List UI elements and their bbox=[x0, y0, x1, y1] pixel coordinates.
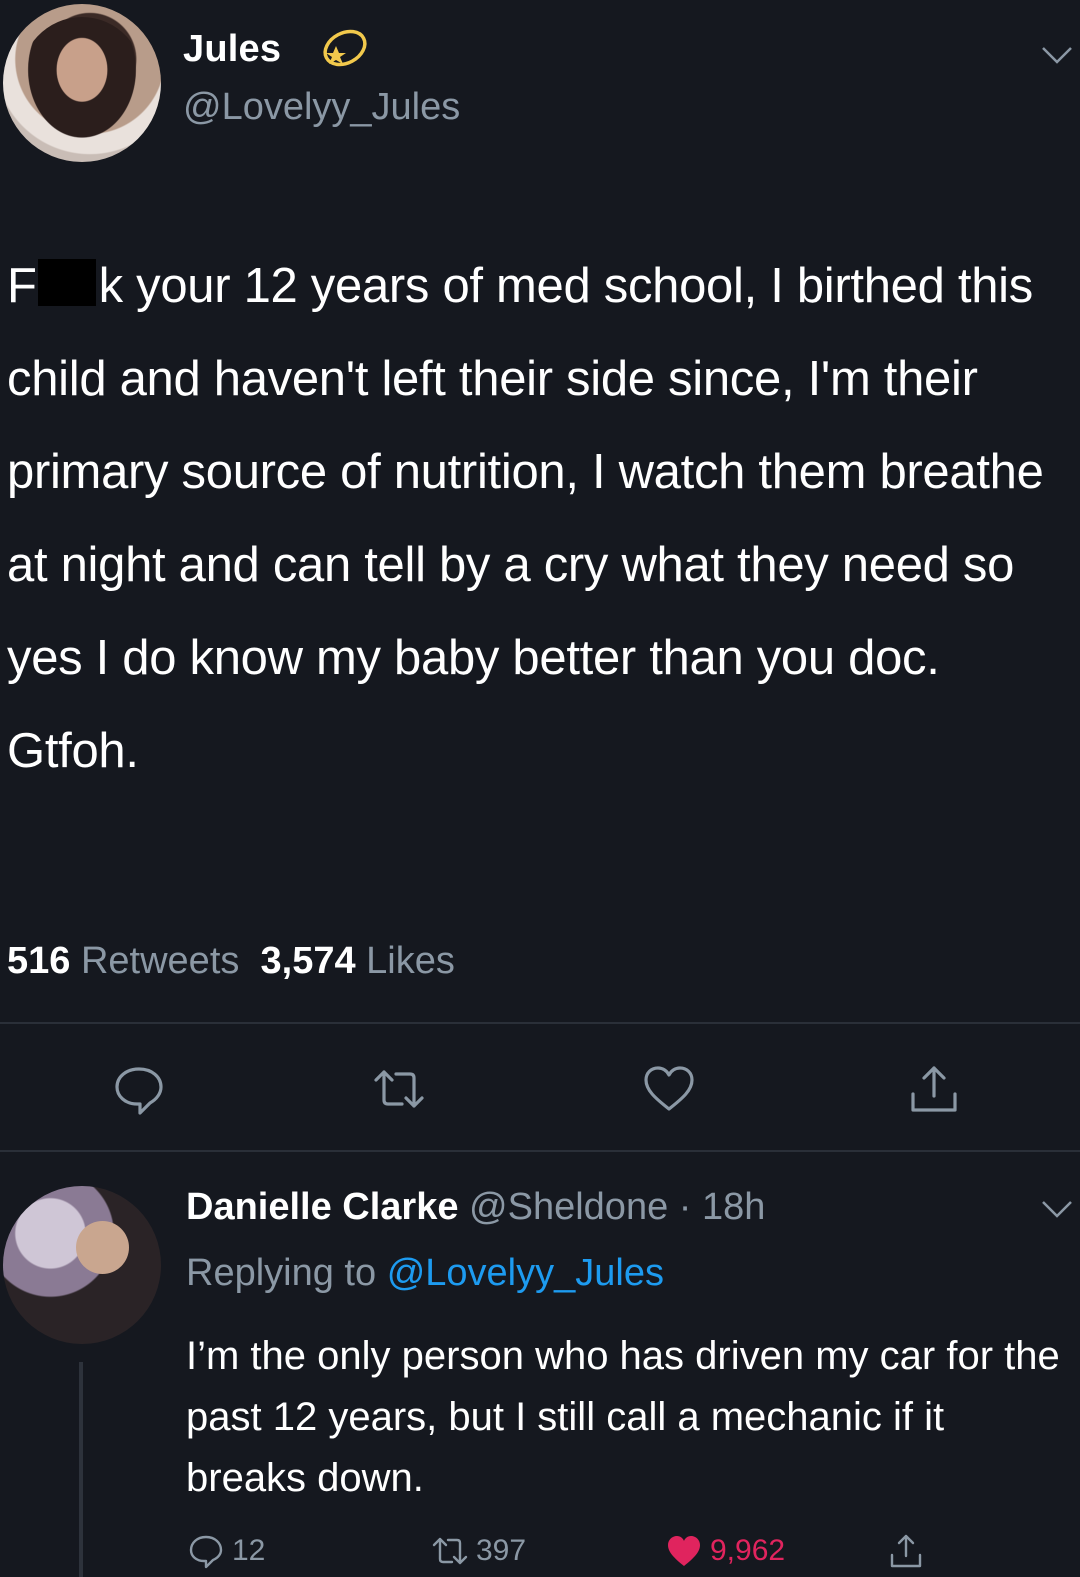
retweet-button[interactable] bbox=[370, 1060, 428, 1118]
avatar-photo bbox=[18, 16, 146, 150]
thread-line bbox=[79, 1362, 83, 1577]
replying-to: Replying to @Lovelyy_Jules bbox=[186, 1252, 664, 1295]
censor-block bbox=[37, 259, 96, 306]
reply-button[interactable] bbox=[110, 1060, 168, 1118]
reply-reply-button[interactable]: 12 bbox=[186, 1528, 265, 1574]
reply-count: 12 bbox=[232, 1534, 266, 1567]
likes-label[interactable]: Likes bbox=[366, 940, 455, 982]
reply-like-button[interactable]: 9,962 bbox=[664, 1528, 785, 1574]
heart-icon bbox=[644, 1066, 694, 1111]
reply-header: Danielle Clarke @Sheldone · 18h bbox=[186, 1186, 765, 1229]
divider bbox=[0, 1150, 1080, 1152]
replying-to-label: Replying to bbox=[186, 1252, 377, 1294]
share-icon bbox=[890, 1534, 922, 1568]
tweet-text: Fk your 12 years of med school, I birthe… bbox=[7, 240, 1073, 798]
tweet-text-body: k your 12 years of med school, I birthed… bbox=[7, 259, 1044, 778]
avatar-photo bbox=[75, 1220, 130, 1275]
reply-author-handle[interactable]: @Sheldone bbox=[469, 1186, 679, 1228]
share-icon bbox=[911, 1066, 957, 1112]
reply-timestamp[interactable]: 18h bbox=[691, 1186, 765, 1228]
engagement-stats: 516 Retweets 3,574 Likes bbox=[7, 940, 455, 983]
reply-text: I’m the only person who has driven my ca… bbox=[186, 1334, 1060, 1500]
reply-icon bbox=[189, 1535, 223, 1569]
like-button[interactable] bbox=[640, 1060, 698, 1118]
halo-star-icon bbox=[323, 29, 367, 67]
heart-filled-icon bbox=[668, 1536, 700, 1566]
reply-retweet-button[interactable]: 397 bbox=[430, 1528, 526, 1574]
separator-dot: · bbox=[678, 1186, 692, 1228]
retweet-icon bbox=[432, 1537, 468, 1565]
retweet-icon bbox=[374, 1070, 424, 1108]
divider bbox=[0, 1022, 1080, 1024]
replying-to-mention[interactable]: @Lovelyy_Jules bbox=[387, 1252, 664, 1294]
reply-author-name[interactable]: Danielle Clarke bbox=[186, 1186, 458, 1228]
likes-count[interactable]: 3,574 bbox=[261, 940, 356, 982]
chevron-down-icon[interactable] bbox=[1040, 1198, 1074, 1220]
share-button[interactable] bbox=[905, 1060, 963, 1118]
tweet-text-prefix: F bbox=[7, 259, 37, 313]
retweet-count: 397 bbox=[476, 1534, 527, 1567]
reply-author-avatar[interactable] bbox=[3, 1186, 161, 1344]
author-name[interactable]: Jules bbox=[183, 28, 281, 71]
reply-share-button[interactable] bbox=[886, 1528, 932, 1574]
author-avatar[interactable] bbox=[3, 4, 161, 162]
chevron-down-icon[interactable] bbox=[1040, 44, 1074, 66]
like-count: 9,962 bbox=[710, 1534, 786, 1567]
retweets-count[interactable]: 516 bbox=[7, 940, 70, 982]
reply-icon bbox=[115, 1067, 163, 1115]
retweets-label[interactable]: Retweets bbox=[81, 940, 239, 982]
author-handle[interactable]: @Lovelyy_Jules bbox=[183, 86, 460, 129]
